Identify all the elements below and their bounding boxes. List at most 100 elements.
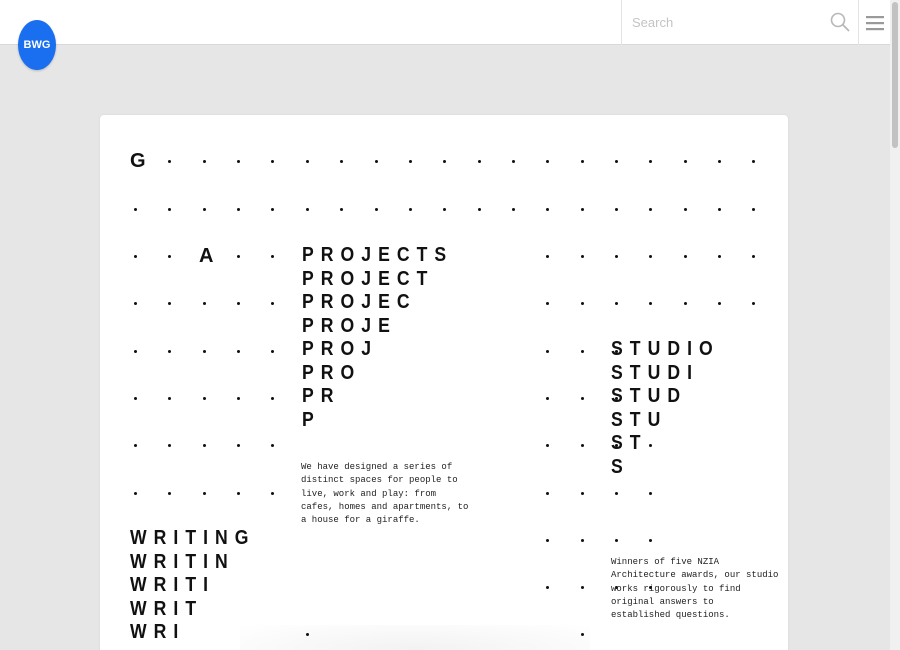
writing-line: WRITI	[130, 574, 216, 596]
writing-line: WRITING	[130, 527, 256, 549]
grid-dot	[648, 207, 652, 211]
grid-dot	[580, 207, 584, 211]
grid-dot	[648, 301, 652, 305]
grid-dot	[648, 491, 652, 495]
grid-dot	[648, 254, 652, 258]
grid-dot	[545, 538, 549, 542]
grid-dot	[545, 159, 549, 163]
grid-dot	[614, 207, 618, 211]
grid-dot	[133, 207, 137, 211]
grid-dot	[545, 254, 549, 258]
grid-dot	[751, 159, 755, 163]
grid-dot	[133, 301, 137, 305]
grid-dot	[133, 443, 137, 447]
grid-dot	[270, 159, 274, 163]
grid-dot	[133, 396, 137, 400]
grid-dot	[751, 301, 755, 305]
search-icon[interactable]	[830, 12, 850, 32]
grid-dot	[580, 396, 584, 400]
grid-dot	[683, 159, 687, 163]
grid-dot	[202, 207, 206, 211]
grid-dot	[614, 301, 618, 305]
grid-dot	[374, 159, 378, 163]
grid-dot	[545, 443, 549, 447]
grid-dot	[580, 538, 584, 542]
studio-line: STU	[611, 408, 668, 431]
grid-dot	[339, 207, 343, 211]
top-bar	[0, 0, 890, 45]
grid-dot	[202, 491, 206, 495]
search-box[interactable]	[621, 0, 859, 45]
grid-dot	[270, 349, 274, 353]
grid-dot	[717, 159, 721, 163]
grid-dot	[167, 159, 171, 163]
writing-line: WRITIN	[130, 550, 235, 573]
grid-dot	[580, 159, 584, 163]
grid-dot	[270, 443, 274, 447]
grid-dot	[648, 159, 652, 163]
grid-dot	[580, 443, 584, 447]
search-input[interactable]	[622, 0, 822, 45]
grid-dot	[305, 207, 309, 211]
grid-dot	[167, 396, 171, 400]
grid-letter-g: G	[130, 150, 146, 172]
grid-dot	[167, 349, 171, 353]
grid-dot	[167, 443, 171, 447]
studio-line: ST	[611, 432, 648, 454]
grid-letter-a: A	[199, 245, 214, 267]
grid-dot	[717, 301, 721, 305]
grid-dot	[683, 254, 687, 258]
projects-line: PR	[302, 385, 341, 407]
grid-dot	[477, 207, 481, 211]
grid-dot	[751, 207, 755, 211]
grid-dot	[236, 349, 240, 353]
grid-dot	[580, 254, 584, 258]
projects-description: We have designed a series of distinct sp…	[301, 462, 469, 526]
grid-dot	[339, 159, 343, 163]
studio-line: STUD	[611, 385, 688, 407]
bottom-shadow	[240, 625, 590, 650]
grid-dot	[202, 301, 206, 305]
grid-dot	[167, 301, 171, 305]
grid-dot	[270, 301, 274, 305]
grid-dot	[580, 585, 584, 589]
grid-dot	[545, 207, 549, 211]
grid-dot	[545, 301, 549, 305]
grid-dot	[648, 538, 652, 542]
grid-dot	[648, 443, 652, 447]
grid-dot	[545, 585, 549, 589]
grid-dot	[751, 254, 755, 258]
bwg-logo[interactable]: BWG	[18, 20, 56, 70]
grid-dot	[614, 538, 618, 542]
grid-dot	[236, 396, 240, 400]
writing-line: WRIT	[130, 597, 204, 620]
studio-description: Winners of five NZIA Architecture awards…	[611, 557, 779, 621]
grid-dot	[133, 254, 137, 258]
grid-dot	[408, 159, 412, 163]
grid-dot	[683, 301, 687, 305]
grid-dot	[236, 207, 240, 211]
grid-dot	[202, 443, 206, 447]
projects-line: PROJ	[302, 338, 379, 360]
grid-dot	[236, 159, 240, 163]
studio-line: STUDI	[611, 361, 699, 384]
grid-dot	[683, 207, 687, 211]
grid-dot	[580, 349, 584, 353]
grid-dot	[236, 443, 240, 447]
scrollbar-thumb[interactable]	[892, 2, 898, 148]
grid-dot	[167, 491, 171, 495]
grid-dot	[477, 159, 481, 163]
hamburger-menu-icon[interactable]	[866, 15, 884, 31]
page-scrollbar[interactable]	[890, 0, 900, 650]
projects-line: PROJECTS	[302, 244, 454, 266]
projects-line: PRO	[302, 361, 362, 384]
grid-dot	[511, 207, 515, 211]
grid-dot	[614, 254, 618, 258]
grid-dot	[717, 207, 721, 211]
studio-line: STUDIO	[611, 338, 720, 360]
projects-line: PROJE	[302, 314, 397, 337]
grid-dot	[305, 159, 309, 163]
grid-dot	[133, 349, 137, 353]
grid-dot	[270, 254, 274, 258]
projects-line: P	[302, 408, 321, 431]
